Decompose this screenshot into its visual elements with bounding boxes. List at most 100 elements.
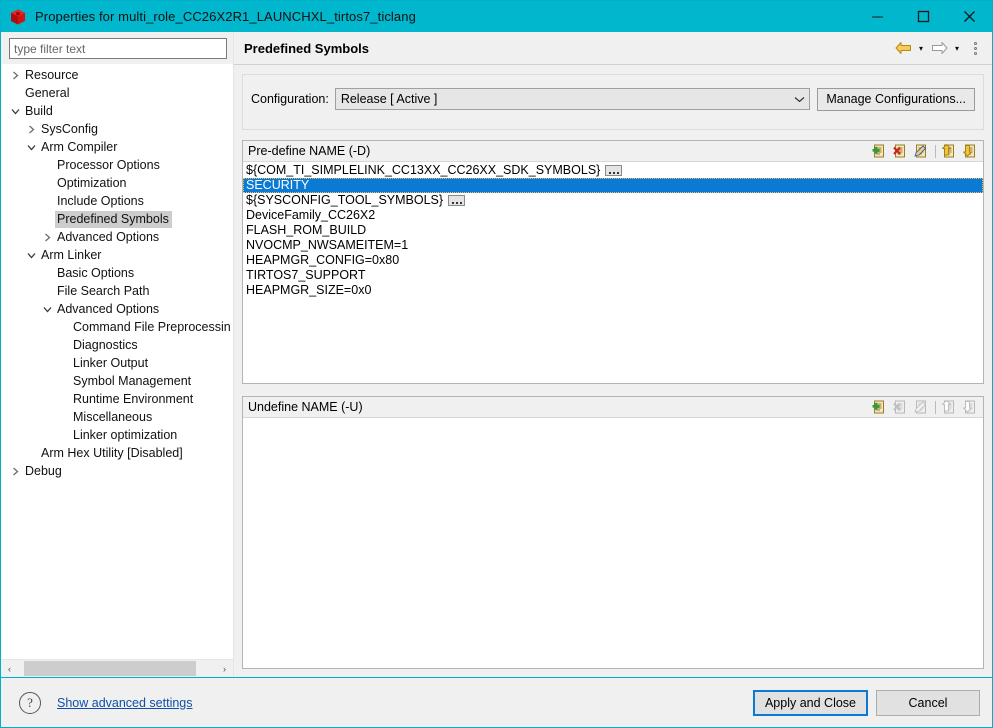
list-item-label: FLASH_ROM_BUILD [246, 223, 366, 238]
sidebar-item-build[interactable]: Build [1, 102, 233, 120]
chevron-down-icon[interactable] [39, 305, 55, 314]
sidebar-item-arm-compiler[interactable]: Arm Compiler [1, 138, 233, 156]
list-item-label: ${COM_TI_SIMPLELINK_CC13XX_CC26XX_SDK_SY… [246, 163, 600, 178]
sidebar-item-arm-linker[interactable]: Arm Linker [1, 246, 233, 264]
scroll-track[interactable] [18, 660, 216, 677]
sidebar-item-label: File Search Path [55, 283, 152, 300]
sidebar-item-optimization[interactable]: Optimization [1, 174, 233, 192]
sidebar-item-linker-output[interactable]: Linker Output [1, 354, 233, 372]
predefine-list[interactable]: ${COM_TI_SIMPLELINK_CC13XX_CC26XX_SDK_SY… [243, 162, 983, 383]
cancel-button[interactable]: Cancel [876, 690, 980, 716]
list-item[interactable]: DeviceFamily_CC26X2 [243, 208, 983, 223]
scroll-right-button[interactable]: › [216, 660, 233, 677]
sidebar-item-command-file-preprocessin[interactable]: Command File Preprocessin [1, 318, 233, 336]
sidebar-item-debug[interactable]: Debug [1, 462, 233, 480]
sidebar-item-label: Arm Linker [39, 247, 104, 264]
undefine-header: Undefine NAME (-U) [243, 397, 983, 418]
sidebar-item-miscellaneous[interactable]: Miscellaneous [1, 408, 233, 426]
filter-input[interactable] [9, 38, 227, 59]
sidebar-item-label: Linker optimization [71, 427, 180, 444]
scroll-thumb[interactable] [24, 661, 196, 676]
chevron-down-icon[interactable] [23, 143, 39, 152]
maximize-button[interactable] [900, 1, 946, 32]
close-button[interactable] [946, 1, 992, 32]
footer-buttons: Apply and Close Cancel [753, 690, 980, 716]
edit-symbol-icon [913, 399, 930, 416]
chevron-right-icon[interactable] [23, 125, 39, 134]
sidebar-item-general[interactable]: General [1, 84, 233, 102]
apply-and-close-button[interactable]: Apply and Close [753, 690, 868, 716]
move-down-icon[interactable] [962, 143, 979, 160]
chevron-right-icon[interactable] [7, 71, 23, 80]
move-down-icon [962, 399, 979, 416]
sidebar-item-file-search-path[interactable]: File Search Path [1, 282, 233, 300]
sidebar-item-predefined-symbols[interactable]: Predefined Symbols [1, 210, 233, 228]
back-history-caret-icon[interactable]: ▾ [915, 39, 927, 57]
show-advanced-settings-link[interactable]: Show advanced settings [57, 696, 193, 710]
chevron-down-icon[interactable] [23, 251, 39, 260]
view-menu-icon[interactable] [968, 38, 982, 58]
undefine-list[interactable] [243, 418, 983, 668]
properties-dialog: Properties for multi_role_CC26X2R1_LAUNC… [0, 0, 993, 728]
list-item[interactable]: HEAPMGR_CONFIG=0x80 [243, 253, 983, 268]
back-arrow-icon[interactable] [893, 39, 913, 57]
sidebar-item-label: Linker Output [71, 355, 151, 372]
toolbar-divider [935, 145, 936, 158]
list-item-label: SECURITY [246, 178, 309, 193]
manage-configurations-button[interactable]: Manage Configurations... [817, 88, 975, 111]
help-question-icon[interactable]: ? [19, 692, 41, 714]
sidebar-item-advanced-options[interactable]: Advanced Options [1, 300, 233, 318]
sidebar-item-linker-optimization[interactable]: Linker optimization [1, 426, 233, 444]
configuration-dropdown[interactable]: Release [ Active ] [335, 88, 811, 110]
settings-tree[interactable]: ResourceGeneralBuildSysConfigArm Compile… [1, 64, 233, 659]
chevron-down-icon [790, 96, 805, 103]
list-item[interactable]: HEAPMGR_SIZE=0x0 [243, 283, 983, 298]
browse-variable-button[interactable] [448, 195, 465, 206]
list-item[interactable]: ${COM_TI_SIMPLELINK_CC13XX_CC26XX_SDK_SY… [243, 163, 983, 178]
configuration-group: Configuration: Release [ Active ] Manage… [242, 74, 984, 130]
move-up-icon[interactable] [941, 143, 958, 160]
list-item[interactable]: FLASH_ROM_BUILD [243, 223, 983, 238]
tree-horizontal-scrollbar[interactable]: ‹ › [1, 659, 233, 677]
sidebar-item-symbol-management[interactable]: Symbol Management [1, 372, 233, 390]
browse-variable-button[interactable] [605, 165, 622, 176]
list-item[interactable]: ${SYSCONFIG_TOOL_SYMBOLS} [243, 193, 983, 208]
dialog-body: ResourceGeneralBuildSysConfigArm Compile… [1, 32, 992, 677]
forward-arrow-icon[interactable] [929, 39, 949, 57]
delete-symbol-icon[interactable] [892, 143, 909, 160]
sidebar-item-label: Miscellaneous [71, 409, 155, 426]
sidebar-item-processor-options[interactable]: Processor Options [1, 156, 233, 174]
chevron-right-icon[interactable] [39, 233, 55, 242]
minimize-button[interactable] [854, 1, 900, 32]
sidebar-item-label: Symbol Management [71, 373, 194, 390]
sidebar-item-runtime-environment[interactable]: Runtime Environment [1, 390, 233, 408]
forward-history-caret-icon[interactable]: ▾ [951, 39, 963, 57]
list-item[interactable]: SECURITY [243, 178, 983, 193]
list-item[interactable]: NVOCMP_NWSAMEITEM=1 [243, 238, 983, 253]
sidebar-item-label: Include Options [55, 193, 147, 210]
list-item[interactable]: TIRTOS7_SUPPORT [243, 268, 983, 283]
window-controls [854, 1, 992, 32]
page-content: Configuration: Release [ Active ] Manage… [234, 65, 992, 677]
chevron-right-icon[interactable] [7, 467, 23, 476]
scroll-left-button[interactable]: ‹ [1, 660, 18, 677]
sidebar-item-include-options[interactable]: Include Options [1, 192, 233, 210]
predefine-header-label: Pre-define NAME (-D) [248, 144, 370, 158]
undefine-header-label: Undefine NAME (-U) [248, 400, 363, 414]
sidebar-item-advanced-options[interactable]: Advanced Options [1, 228, 233, 246]
chevron-down-icon[interactable] [7, 107, 23, 116]
add-symbol-icon[interactable] [871, 143, 888, 160]
settings-page-pane: Predefined Symbols ▾ ▾ [234, 32, 992, 677]
page-navigation: ▾ ▾ [893, 38, 982, 58]
sidebar-item-diagnostics[interactable]: Diagnostics [1, 336, 233, 354]
window-title: Properties for multi_role_CC26X2R1_LAUNC… [35, 9, 416, 24]
sidebar-item-label: Predefined Symbols [55, 211, 172, 228]
sidebar-item-resource[interactable]: Resource [1, 66, 233, 84]
add-symbol-icon[interactable] [871, 399, 888, 416]
sidebar-item-arm-hex-utility-disabled[interactable]: Arm Hex Utility [Disabled] [1, 444, 233, 462]
page-title: Predefined Symbols [244, 41, 369, 56]
edit-symbol-icon[interactable] [913, 143, 930, 160]
sidebar-item-basic-options[interactable]: Basic Options [1, 264, 233, 282]
predefine-toolbar [871, 143, 983, 160]
sidebar-item-sysconfig[interactable]: SysConfig [1, 120, 233, 138]
